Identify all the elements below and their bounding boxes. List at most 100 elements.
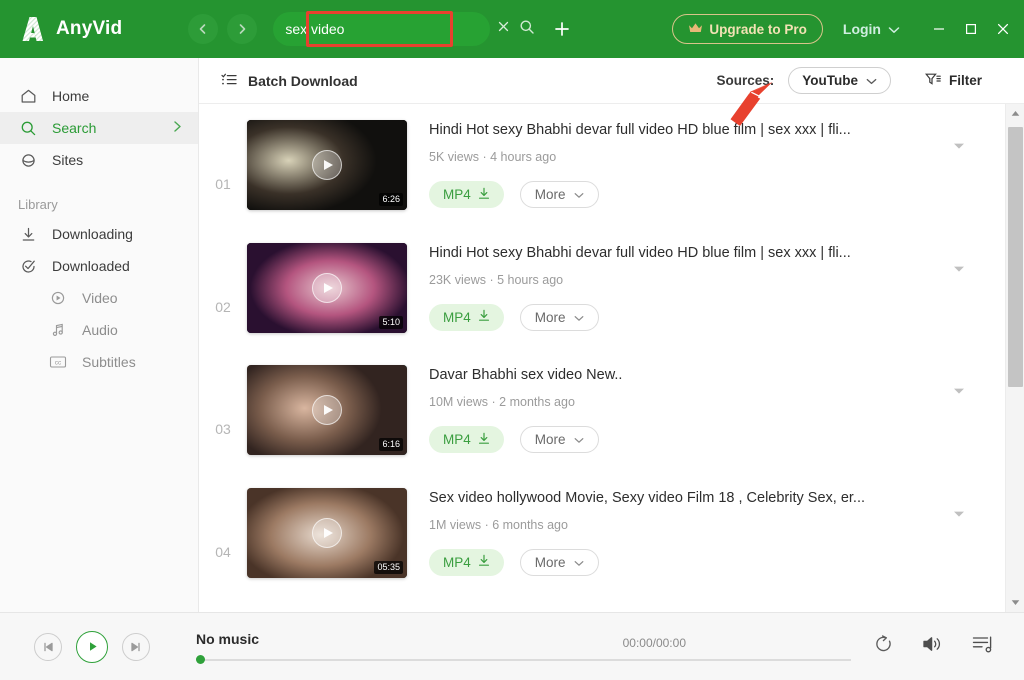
search-actions	[497, 19, 535, 40]
download-icon	[478, 187, 490, 203]
sidebar-item-search[interactable]: Search	[0, 112, 198, 144]
play-button[interactable]	[76, 630, 108, 663]
sidebar-item-downloaded[interactable]: Downloaded	[0, 250, 198, 282]
sidebar-item-downloading[interactable]: Downloading	[0, 218, 198, 250]
app-title: AnyVid	[56, 18, 123, 39]
previous-button[interactable]	[34, 632, 62, 661]
download-mp4-button[interactable]: MP4	[429, 426, 504, 454]
chevron-down-icon	[574, 310, 584, 325]
add-tab-button[interactable]	[550, 17, 574, 41]
result-item[interactable]: 01 6:26 Hindi Hot sexy Bhabhi devar full…	[199, 104, 1005, 227]
sidebar-section-label: Library	[18, 196, 58, 212]
player-controls	[34, 630, 150, 663]
search-icon[interactable]	[519, 19, 535, 40]
filter-button[interactable]: Filter	[924, 72, 982, 90]
result-item[interactable]: 02 5:10 Hindi Hot sexy Bhabhi devar full…	[199, 227, 1005, 350]
expand-row-icon[interactable]	[953, 382, 965, 400]
sidebar-item-home[interactable]: Home	[0, 80, 198, 112]
chevron-down-icon	[574, 187, 584, 202]
download-mp4-button[interactable]: MP4	[429, 548, 504, 576]
result-meta: Hindi Hot sexy Bhabhi devar full video H…	[407, 122, 1005, 209]
playlist-icon[interactable]	[972, 635, 994, 659]
window-controls	[930, 20, 1012, 38]
sidebar-item-audio[interactable]: Audio	[0, 314, 198, 346]
player-time: 00:00/00:00	[622, 636, 686, 650]
result-title[interactable]: Hindi Hot sexy Bhabhi devar full video H…	[429, 122, 995, 138]
cc-icon: cc	[48, 355, 68, 369]
format-label: MP4	[443, 554, 471, 570]
next-button[interactable]	[122, 632, 150, 661]
more-button[interactable]: More	[519, 303, 599, 331]
more-label: More	[534, 309, 566, 325]
batch-download-button[interactable]: Batch Download	[221, 72, 358, 90]
format-label: MP4	[443, 432, 471, 448]
expand-row-icon[interactable]	[953, 505, 965, 523]
result-item[interactable]: 03 6:16 Davar Bhabhi sex video New.. 10M…	[199, 349, 1005, 472]
nav-buttons	[188, 14, 258, 44]
download-mp4-button[interactable]: MP4	[429, 303, 504, 331]
login-button[interactable]: Login	[843, 21, 900, 37]
result-title[interactable]: Sex video hollywood Movie, Sexy video Fi…	[429, 490, 995, 506]
sidebar-item-video[interactable]: Video	[0, 282, 198, 314]
chevron-down-icon	[574, 432, 584, 447]
download-mp4-button[interactable]: MP4	[429, 181, 504, 209]
upgrade-to-pro-button[interactable]: Upgrade to Pro	[672, 14, 823, 44]
progress-handle[interactable]	[196, 655, 205, 664]
result-index: 03	[215, 421, 231, 438]
vertical-scrollbar[interactable]	[1005, 104, 1024, 612]
result-thumbnail[interactable]: 6:16	[247, 365, 407, 456]
result-index: 02	[215, 298, 231, 315]
sidebar: Home Search Sites Library Downloading Do…	[0, 58, 199, 612]
chevron-down-icon	[574, 555, 584, 570]
progress-bar[interactable]: 00:00/00:00	[196, 636, 851, 664]
globe-icon	[18, 152, 38, 169]
home-icon	[18, 88, 38, 105]
minimize-button[interactable]	[930, 20, 948, 38]
result-title[interactable]: Hindi Hot sexy Bhabhi devar full video H…	[429, 245, 995, 261]
result-row-wrap: 02 5:10 Hindi Hot sexy Bhabhi devar full…	[199, 227, 1005, 350]
repeat-icon[interactable]	[873, 635, 894, 658]
result-index: 01	[215, 176, 231, 193]
scrollbar-track[interactable]	[1006, 123, 1024, 593]
result-thumbnail[interactable]: 05:35	[247, 487, 407, 578]
search-input[interactable]: sex video	[273, 12, 491, 46]
scrollbar-thumb[interactable]	[1007, 127, 1023, 387]
sidebar-item-sites[interactable]: Sites	[0, 144, 198, 176]
more-button[interactable]: More	[519, 181, 599, 209]
result-item[interactable]: 04 05:35 Sex video hollywood Movie, Sexy…	[199, 472, 1005, 595]
toolbar-right: Sources: YouTube Filter	[716, 67, 1024, 94]
title-bar: AnyVid sex video Upgrade to Pro Login	[0, 0, 1024, 58]
result-row-wrap: 01 6:26 Hindi Hot sexy Bhabhi devar full…	[199, 104, 1005, 227]
result-stats: 23K views · 5 hours ago	[429, 272, 564, 287]
logo-mark-icon	[16, 14, 46, 44]
player-bar: No music 00:00/00:00	[0, 612, 1024, 680]
format-label: MP4	[443, 187, 471, 203]
play-circle-icon	[48, 290, 68, 306]
anyvid-window: AnyVid sex video Upgrade to Pro Login Ho…	[0, 0, 1024, 680]
maximize-button[interactable]	[962, 20, 980, 38]
result-thumbnail[interactable]: 5:10	[247, 242, 407, 333]
more-button[interactable]: More	[519, 548, 599, 576]
back-button[interactable]	[188, 14, 219, 44]
close-button[interactable]	[994, 20, 1012, 38]
expand-row-icon[interactable]	[953, 137, 965, 155]
upgrade-label: Upgrade to Pro	[709, 21, 807, 37]
forward-button[interactable]	[227, 14, 258, 44]
sidebar-item-label: Downloading	[52, 226, 133, 242]
volume-icon[interactable]	[922, 635, 944, 658]
more-button[interactable]: More	[519, 426, 599, 454]
download-icon	[478, 309, 490, 325]
expand-row-icon[interactable]	[953, 260, 965, 278]
result-stats: 1M views · 6 months ago	[429, 517, 568, 532]
sources-dropdown[interactable]: YouTube	[788, 67, 891, 94]
chevron-down-icon	[866, 73, 877, 88]
main-panel: Batch Download Sources: YouTube Filter 0…	[199, 58, 1024, 612]
clear-icon[interactable]	[497, 20, 510, 38]
duration-badge: 5:10	[379, 315, 403, 329]
scroll-down-button[interactable]	[1006, 593, 1024, 612]
result-title[interactable]: Davar Bhabhi sex video New..	[429, 367, 995, 383]
scroll-up-button[interactable]	[1006, 104, 1024, 123]
result-thumbnail[interactable]: 6:26	[247, 120, 407, 211]
sidebar-item-subtitles[interactable]: cc Subtitles	[0, 346, 198, 378]
more-label: More	[534, 432, 566, 448]
